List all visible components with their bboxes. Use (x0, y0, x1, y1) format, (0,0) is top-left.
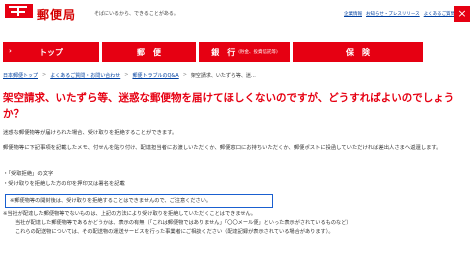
breadcrumb: 日本郵便トップ > よくあるご質問・お問い合わせ > 郵便トラブルのQ&A > … (3, 72, 256, 80)
instructions-paragraph: 郵便物等に下記事項を記載したメモ、付せんを貼り付け、配達担当者にお渡しいただくか… (3, 145, 442, 151)
util-link-company[interactable]: 企業情報 (344, 11, 362, 19)
nav-item-top[interactable]: › トップ (3, 42, 99, 62)
nav-label: 郵 便 (137, 47, 161, 57)
nav-sublabel: (貯金、投資信託等) (238, 50, 278, 55)
note-line: 当社が配達した郵便物等であるかどうかは、表示の有無（「これは郵便物ではありません… (15, 220, 352, 226)
list-item: ・「受取拒絶」の文字 (3, 171, 54, 177)
util-link-news[interactable]: お知らせ・プレスリリース (366, 11, 420, 19)
breadcrumb-separator: > (182, 72, 187, 78)
breadcrumb-separator: > (42, 72, 47, 78)
note-line: これらの配送物については、その配送物の運送サービスを行った事業者にご相談ください… (15, 229, 334, 235)
japan-post-logo[interactable] (5, 4, 33, 24)
global-nav: › トップ 郵 便 銀 行 (貯金、投資信託等) 保 険 (0, 42, 474, 64)
breadcrumb-link[interactable]: よくあるご質問・お問い合わせ (50, 72, 120, 80)
chevron-right-icon: › (9, 47, 12, 55)
close-button[interactable]: × (454, 6, 470, 22)
site-logo-text[interactable]: 郵便局 (37, 6, 76, 23)
notes: ※当社が配達した郵便物等でないものは、上記の方法により受け取りを拒絶していただく… (3, 210, 469, 237)
nav-label: トップ (39, 47, 63, 57)
nav-item-bank[interactable]: 銀 行 (貯金、投資信託等) (199, 42, 290, 62)
site-header: 郵便局 そばにいるから、できることがある。 企業情報 お知らせ・プレスリリース … (0, 0, 474, 28)
notice-box: ※郵便物等の開封後は、受け取りを拒絶することはできませんので、ご注意ください。 (5, 194, 273, 208)
nav-label: 銀 行 (211, 47, 236, 57)
note-line: ※当社が配達した郵便物等でないものは、上記の方法により受け取りを拒絶していただく… (3, 211, 256, 217)
breadcrumb-current: 架空請求、いたずら等、迷… (190, 73, 256, 79)
nav-label: 保 険 (346, 47, 370, 57)
nav-item-mail[interactable]: 郵 便 (102, 42, 196, 62)
intro-paragraph: 迷惑な郵便物等が届けられた場合、受け取りを拒絶することができます。 (3, 130, 178, 136)
nav-item-insurance[interactable]: 保 険 (293, 42, 423, 62)
breadcrumb-link[interactable]: 郵便トラブルのQ&A (132, 72, 178, 80)
utility-links: 企業情報 お知らせ・プレスリリース よくあるご質問・お (344, 11, 464, 19)
tagline: そばにいるから、できることがある。 (94, 11, 179, 17)
page-title: 架空請求、いたずら等、迷惑な郵便物を届けてほしくないのですが、どうすればよいので… (3, 92, 455, 120)
list-item: ・受け取りを拒絶した方の印を押印又は署名を記載 (3, 181, 125, 187)
breadcrumb-link[interactable]: 日本郵便トップ (3, 72, 38, 80)
required-items-list: ・「受取拒絶」の文字 ・受け取りを拒絶した方の印を押印又は署名を記載 (3, 169, 303, 189)
breadcrumb-separator: > (124, 72, 129, 78)
